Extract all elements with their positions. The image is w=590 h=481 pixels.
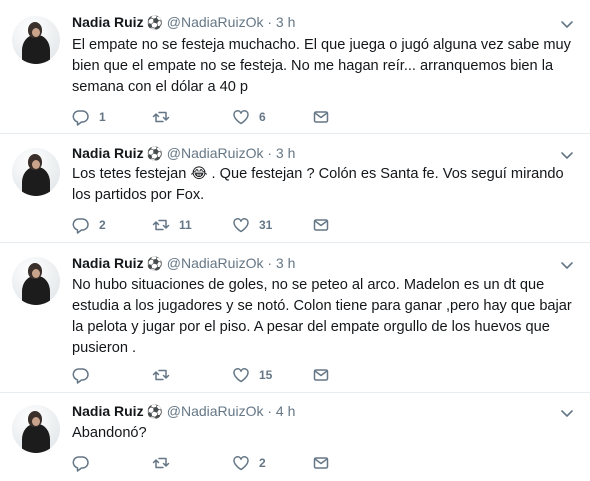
separator: · [267, 255, 273, 271]
display-name[interactable]: Nadia Ruiz [72, 255, 144, 271]
direct-message-button[interactable] [312, 366, 330, 384]
retweet-icon [152, 457, 170, 469]
tweet-text: Los tetes festejan 😂 . Que festejan ? Co… [72, 166, 564, 203]
direct-message-button[interactable] [312, 216, 330, 234]
separator: · [267, 14, 273, 30]
tweet-header: Nadia Ruiz ⚽ @NadiaRuizOk · 3 h [72, 254, 295, 273]
soccer-ball-emoji: ⚽ [146, 256, 163, 271]
like-button[interactable]: 2 [232, 454, 266, 472]
heart-icon [233, 368, 249, 383]
tweet-text: Abandonó? [72, 425, 147, 441]
tweet-actions: 15 [72, 366, 372, 384]
avatar[interactable] [12, 16, 60, 64]
tweet-text: No hubo situaciones de goles, no se pete… [72, 277, 572, 356]
like-button[interactable]: 31 [232, 216, 272, 234]
reply-icon [72, 368, 89, 384]
direct-message-button[interactable] [312, 108, 330, 126]
reply-count: 2 [99, 218, 106, 232]
timestamp[interactable]: 3 h [276, 145, 295, 161]
retweet-count: 11 [179, 218, 192, 232]
like-button[interactable]: 15 [232, 366, 272, 384]
timestamp[interactable]: 3 h [276, 255, 295, 271]
user-handle[interactable]: @NadiaRuizOk [167, 14, 264, 30]
like-count: 2 [259, 456, 266, 470]
user-handle[interactable]: @NadiaRuizOk [167, 145, 264, 161]
heart-icon [233, 456, 249, 471]
reply-icon [72, 110, 89, 126]
chevron-down-icon[interactable] [560, 20, 574, 30]
retweet-button[interactable] [152, 366, 179, 384]
chevron-down-icon[interactable] [560, 409, 574, 419]
reply-count: 1 [99, 110, 106, 124]
heart-icon [233, 218, 249, 233]
user-handle[interactable]: @NadiaRuizOk [167, 403, 264, 419]
direct-message-button[interactable] [312, 454, 330, 472]
soccer-ball-emoji: ⚽ [146, 15, 163, 30]
like-count: 6 [259, 110, 266, 124]
tweet-actions: 2 11 31 [72, 216, 372, 234]
retweet-icon [152, 219, 170, 231]
tweet-actions: 1 6 [72, 108, 372, 126]
like-button[interactable]: 6 [232, 108, 266, 126]
direct-message-icon [313, 369, 329, 381]
retweet-button[interactable]: 11 [152, 216, 192, 234]
display-name[interactable]: Nadia Ruiz [72, 14, 144, 30]
reply-icon [72, 218, 89, 234]
retweet-icon [152, 111, 170, 123]
reply-button[interactable] [72, 366, 99, 384]
reply-button[interactable] [72, 454, 99, 472]
avatar[interactable] [12, 405, 60, 453]
reply-button[interactable]: 2 [72, 216, 106, 234]
tweet-actions: 2 [72, 454, 372, 472]
timestamp[interactable]: 4 h [276, 403, 295, 419]
chevron-down-icon[interactable] [560, 261, 574, 271]
tweet-header: Nadia Ruiz ⚽ @NadiaRuizOk · 3 h [72, 144, 295, 163]
display-name[interactable]: Nadia Ruiz [72, 145, 144, 161]
separator: · [267, 145, 273, 161]
display-name[interactable]: Nadia Ruiz [72, 403, 144, 419]
divider [0, 133, 590, 134]
tweet-header: Nadia Ruiz ⚽ @NadiaRuizOk · 3 h [72, 13, 295, 32]
separator: · [267, 403, 273, 419]
avatar[interactable] [12, 148, 60, 196]
soccer-ball-emoji: ⚽ [146, 146, 163, 161]
divider [0, 392, 590, 393]
like-count: 31 [259, 218, 273, 232]
direct-message-icon [313, 457, 329, 469]
tweet-text: El empate no se festeja muchacho. El que… [72, 37, 571, 95]
like-count: 15 [259, 368, 273, 382]
retweet-button[interactable] [152, 454, 179, 472]
avatar[interactable] [12, 257, 60, 305]
direct-message-icon [313, 111, 329, 123]
divider [0, 242, 590, 243]
user-handle[interactable]: @NadiaRuizOk [167, 255, 264, 271]
retweet-button[interactable] [152, 108, 179, 126]
tweet-header: Nadia Ruiz ⚽ @NadiaRuizOk · 4 h [72, 402, 295, 421]
reply-icon [72, 456, 89, 472]
timestamp[interactable]: 3 h [276, 14, 295, 30]
reply-button[interactable]: 1 [72, 108, 106, 126]
heart-icon [233, 110, 249, 125]
retweet-icon [152, 369, 170, 381]
chevron-down-icon[interactable] [560, 151, 574, 161]
soccer-ball-emoji: ⚽ [146, 404, 163, 419]
direct-message-icon [313, 219, 329, 231]
